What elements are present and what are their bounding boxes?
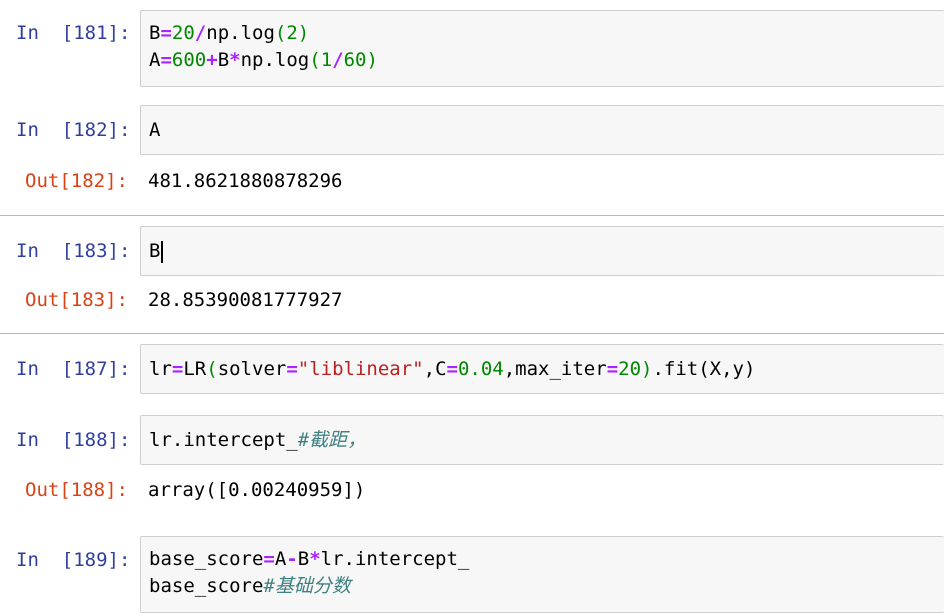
code-token: 2 xyxy=(286,22,298,44)
code-line: lr=LR(solver="liblinear",C=0.04,max_iter… xyxy=(149,356,755,383)
code-token: lr xyxy=(149,358,172,380)
output-text: array([0.00240959]) xyxy=(148,479,366,501)
code-token: * xyxy=(309,548,321,570)
code-token: = xyxy=(263,548,275,570)
input-prompt: In [188]: xyxy=(16,429,131,451)
code-line: base_score=A-B*lr.intercept_ xyxy=(149,546,469,573)
code-token: lr.intercept_ xyxy=(149,429,298,451)
code-token: np.log xyxy=(240,49,310,71)
code-token: = xyxy=(606,358,619,380)
code-token: ,C xyxy=(423,358,447,380)
output-text: 481.8621880878296 xyxy=(148,170,343,192)
code-token: ( xyxy=(206,358,218,380)
code-token: A xyxy=(149,49,161,71)
code-token: / xyxy=(194,22,207,44)
code-input[interactable]: lr.intercept_#截距， xyxy=(140,415,944,465)
code-token: = xyxy=(171,358,184,380)
code-token: LR xyxy=(183,358,207,380)
code-token: B xyxy=(149,22,161,44)
code-input[interactable]: A xyxy=(140,105,944,155)
code-token: 60 xyxy=(343,49,367,71)
code-line: base_score#基础分数 xyxy=(149,573,351,600)
code-token: 600 xyxy=(171,49,207,71)
output-prompt: Out[183]: xyxy=(25,289,128,311)
code-token: * xyxy=(229,49,241,71)
output-prompt: Out[182]: xyxy=(25,170,128,192)
code-comment: #基础分数 xyxy=(263,575,351,597)
code-token: np.log xyxy=(206,22,275,44)
code-input[interactable]: lr=LR(solver="liblinear",C=0.04,max_iter… xyxy=(140,344,944,394)
code-token: = xyxy=(286,358,298,380)
code-token: / xyxy=(332,49,344,71)
input-prompt: In [182]: xyxy=(16,119,131,141)
code-token: base_score xyxy=(149,575,264,597)
code-token: = xyxy=(160,49,172,71)
input-prompt: In [183]: xyxy=(16,240,131,262)
code-line: B=20/np.log(2) xyxy=(149,20,309,47)
cell-separator xyxy=(0,215,944,216)
code-token: solver xyxy=(217,358,287,380)
code-token: ) xyxy=(297,22,310,44)
code-input[interactable]: base_score=A-B*lr.intercept_ base_score#… xyxy=(140,536,944,613)
code-token: - xyxy=(286,548,298,570)
code-token: base_score xyxy=(149,548,264,570)
code-token: lr.intercept_ xyxy=(320,548,470,570)
code-token: B xyxy=(297,548,310,570)
input-prompt: In [181]: xyxy=(16,22,131,44)
input-prompt: In [187]: xyxy=(16,358,131,380)
code-token: ) xyxy=(641,358,653,380)
code-token: 0.04 xyxy=(457,358,504,380)
code-comment: #截距， xyxy=(297,429,367,451)
code-line: lr.intercept_#截距， xyxy=(149,427,366,454)
code-token: A xyxy=(274,548,287,570)
input-prompt: In [189]: xyxy=(16,549,131,571)
code-token: .fit(X,y) xyxy=(652,358,756,380)
code-token: = xyxy=(446,358,458,380)
code-line: A=600+B*np.log(1/60) xyxy=(149,47,378,74)
code-token: 20 xyxy=(171,22,195,44)
code-line: B xyxy=(149,238,164,265)
code-token: 20 xyxy=(618,358,642,380)
code-token: + xyxy=(206,49,218,71)
cell-separator xyxy=(0,333,944,334)
code-token: "liblinear" xyxy=(297,358,424,380)
code-input[interactable]: B=20/np.log(2) A=600+B*np.log(1/60) xyxy=(140,10,944,87)
output-text: 28.85390081777927 xyxy=(148,289,343,311)
code-token: ) xyxy=(366,49,378,71)
text-cursor xyxy=(161,240,164,263)
code-line: A xyxy=(149,117,160,144)
code-input[interactable]: B xyxy=(140,226,944,276)
output-prompt: Out[188]: xyxy=(25,479,128,501)
code-token: ( xyxy=(274,22,287,44)
code-token: ( xyxy=(309,49,321,71)
code-token: B xyxy=(217,49,230,71)
code-token: = xyxy=(160,22,172,44)
code-token: ,max_iter xyxy=(503,358,607,380)
code-token: B xyxy=(149,240,161,262)
code-token: A xyxy=(149,119,161,141)
code-token: 1 xyxy=(320,49,333,71)
